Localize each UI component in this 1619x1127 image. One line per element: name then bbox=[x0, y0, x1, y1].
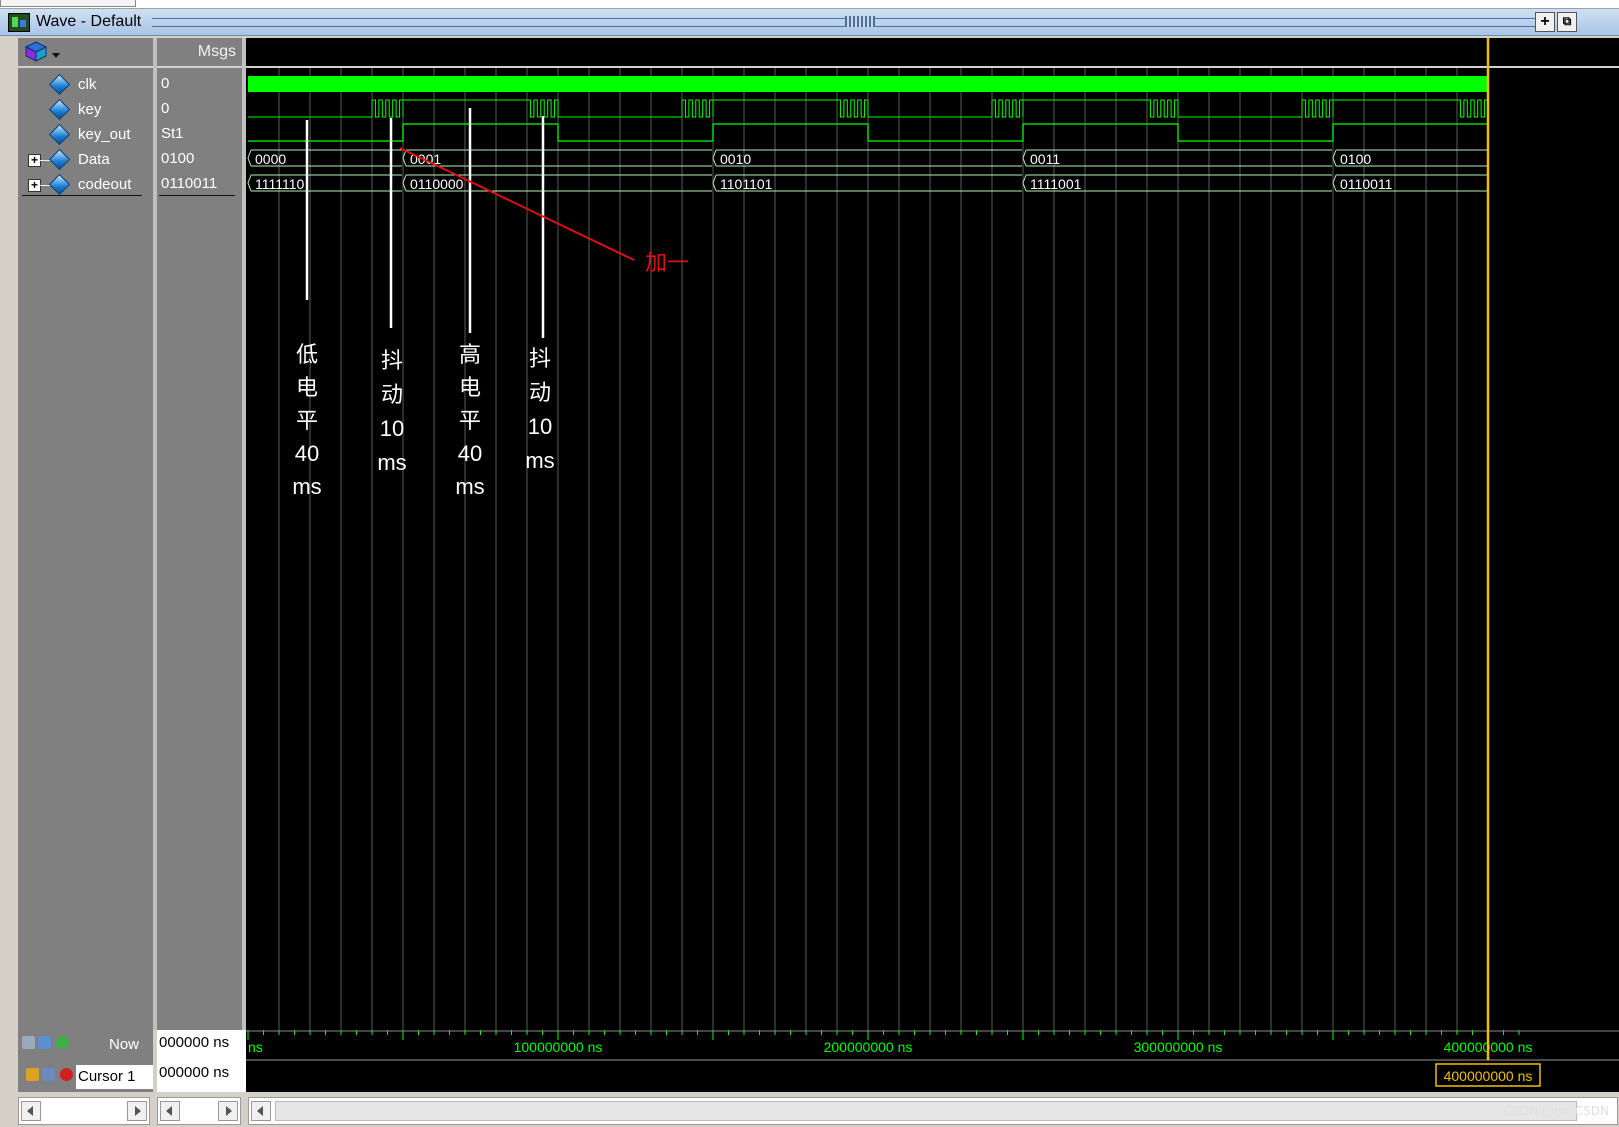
codeout-bus-value: 1101101 bbox=[720, 176, 773, 192]
signal-value[interactable]: 0 bbox=[161, 100, 169, 117]
top-tab-strip bbox=[0, 0, 1619, 9]
signal-value[interactable]: St1 bbox=[161, 125, 184, 142]
signal-value[interactable]: 0110011 bbox=[161, 175, 217, 192]
signal-value[interactable]: 0 bbox=[161, 75, 169, 92]
signal-label: codeout bbox=[78, 176, 132, 193]
time-label: 200000000 ns bbox=[824, 1039, 913, 1055]
cursor-label[interactable]: Cursor 1 bbox=[76, 1065, 153, 1089]
signal-row-Data[interactable]: + Data bbox=[18, 148, 153, 173]
watermark: CSDN @gwlCSDN bbox=[1503, 1104, 1609, 1118]
signal-diamond-icon bbox=[48, 73, 71, 96]
signal-values-pane: Msgs 0 0 St1 0100 0110011 bbox=[157, 38, 246, 1030]
annotation-high-level: ms bbox=[455, 474, 484, 499]
add-cursor-icon[interactable] bbox=[56, 1036, 69, 1049]
window-icon[interactable] bbox=[38, 1036, 51, 1049]
signal-names-pane: clk key key_out + Data + codeout bbox=[18, 38, 153, 1030]
wave-window-icon bbox=[8, 13, 30, 32]
timeline-canvas[interactable]: ns 100000000 ns 200000000 ns 300000000 ns 40… bbox=[246, 1030, 1619, 1092]
signal-label: key_out bbox=[78, 126, 131, 143]
now-label: Now bbox=[108, 1036, 139, 1053]
delete-cursor-icon[interactable] bbox=[60, 1068, 73, 1081]
names-header bbox=[18, 38, 153, 68]
signal-value[interactable]: 0100 bbox=[161, 150, 194, 167]
data-bus-value: 0011 bbox=[1030, 151, 1060, 167]
annotation-high-level: 高 bbox=[459, 342, 481, 367]
annotation-high-level: 40 bbox=[458, 441, 482, 466]
clk-wave bbox=[248, 76, 1488, 92]
names-underline bbox=[22, 195, 142, 196]
annotation-low-level: ms bbox=[292, 474, 321, 499]
signal-label: Data bbox=[78, 151, 110, 168]
signal-diamond-icon bbox=[48, 173, 71, 196]
status-names: Now Cursor 1 bbox=[18, 1030, 153, 1092]
signal-label: key bbox=[78, 101, 102, 118]
plus-one-arrow bbox=[399, 147, 635, 261]
annotation-bounce: 动 bbox=[529, 380, 551, 405]
annotation-bounce: 10 bbox=[528, 414, 552, 439]
annotation-bounce: ms bbox=[377, 450, 406, 475]
status-values: 000000 ns 000000 ns bbox=[157, 1030, 246, 1092]
scroll-left-button[interactable] bbox=[160, 1101, 180, 1121]
add-window-button[interactable]: + bbox=[1535, 12, 1555, 32]
edit-cursor-icon[interactable] bbox=[42, 1068, 55, 1081]
codeout-bus-value: 0110011 bbox=[1340, 176, 1393, 192]
annotation-bounce: 动 bbox=[381, 382, 403, 407]
msgs-header: Msgs bbox=[197, 43, 236, 60]
annotation-bounce: ms bbox=[525, 448, 554, 473]
data-bus-value: 0000 bbox=[255, 151, 286, 167]
time-label: ns bbox=[248, 1039, 263, 1055]
signal-row-key_out[interactable]: key_out bbox=[18, 123, 153, 148]
cursor-time-label: 400000000 ns bbox=[1444, 1068, 1533, 1084]
codeout-bus-value: 1111001 bbox=[1030, 176, 1082, 192]
codeout-bus-value: 1111110 bbox=[255, 176, 305, 192]
scroll-right-button[interactable] bbox=[127, 1101, 147, 1121]
timeline-bar[interactable]: ns 100000000 ns 200000000 ns 300000000 ns 40… bbox=[246, 1030, 1619, 1092]
wave-tools-icon[interactable] bbox=[20, 39, 70, 65]
scroll-left-button[interactable] bbox=[21, 1101, 41, 1121]
data-bus-value: 0010 bbox=[720, 151, 751, 167]
values-header: Msgs bbox=[157, 38, 246, 68]
annotation-low-level: 电 bbox=[296, 375, 318, 400]
waveform-canvas[interactable]: 0000 0001 0010 0011 01001111110 0110000 110110… bbox=[246, 38, 1619, 1030]
time-label: 100000000 ns bbox=[514, 1039, 603, 1055]
scroll-right-button[interactable] bbox=[218, 1101, 238, 1121]
signal-diamond-icon bbox=[48, 123, 71, 146]
signal-diamond-icon bbox=[48, 98, 71, 121]
data-bus-value: 0100 bbox=[1340, 151, 1371, 167]
lock-icon[interactable] bbox=[26, 1068, 39, 1081]
signal-row-key[interactable]: key bbox=[18, 98, 153, 123]
annotation-high-level: 平 bbox=[459, 408, 481, 433]
signal-label: clk bbox=[78, 76, 97, 93]
signal-diamond-icon bbox=[48, 148, 71, 171]
names-hscroll[interactable] bbox=[18, 1097, 150, 1125]
annotation-bounce: 抖 bbox=[381, 348, 403, 373]
window-title: Wave - Default bbox=[36, 13, 142, 30]
zoom-icon[interactable] bbox=[22, 1036, 35, 1049]
undock-button[interactable]: ⧉ bbox=[1557, 12, 1577, 32]
values-hscroll[interactable] bbox=[157, 1097, 241, 1125]
tab-stub[interactable] bbox=[0, 0, 136, 7]
annotation-low-level: 40 bbox=[295, 441, 319, 466]
annotation-bounce: 10 bbox=[380, 416, 404, 441]
window-titlebar: Wave - Default + ⧉ bbox=[0, 9, 1619, 36]
scroll-left-button[interactable] bbox=[251, 1101, 271, 1121]
annotation-low-level: 低 bbox=[296, 342, 318, 367]
scroll-thumb[interactable] bbox=[275, 1101, 1577, 1121]
codeout-bus-value: 0110000 bbox=[410, 176, 464, 192]
cursor-value[interactable]: 000000 ns bbox=[157, 1064, 248, 1092]
annotation-high-level: 电 bbox=[459, 375, 481, 400]
waveform-pane[interactable]: 0000 0001 0010 0011 0100 1111110 0110000 110110… bbox=[246, 38, 1619, 1030]
annotation-low-level: 平 bbox=[296, 408, 318, 433]
annotation-bounce: 抖 bbox=[529, 346, 551, 371]
now-value: 000000 ns bbox=[159, 1034, 230, 1051]
values-underline bbox=[159, 195, 235, 196]
time-label: 300000000 ns bbox=[1134, 1039, 1223, 1055]
annotation-plus-one: 加一 bbox=[645, 250, 689, 275]
wave-hscroll[interactable] bbox=[248, 1097, 1618, 1125]
title-grip-knob[interactable] bbox=[845, 16, 875, 27]
signal-row-clk[interactable]: clk bbox=[18, 73, 153, 98]
